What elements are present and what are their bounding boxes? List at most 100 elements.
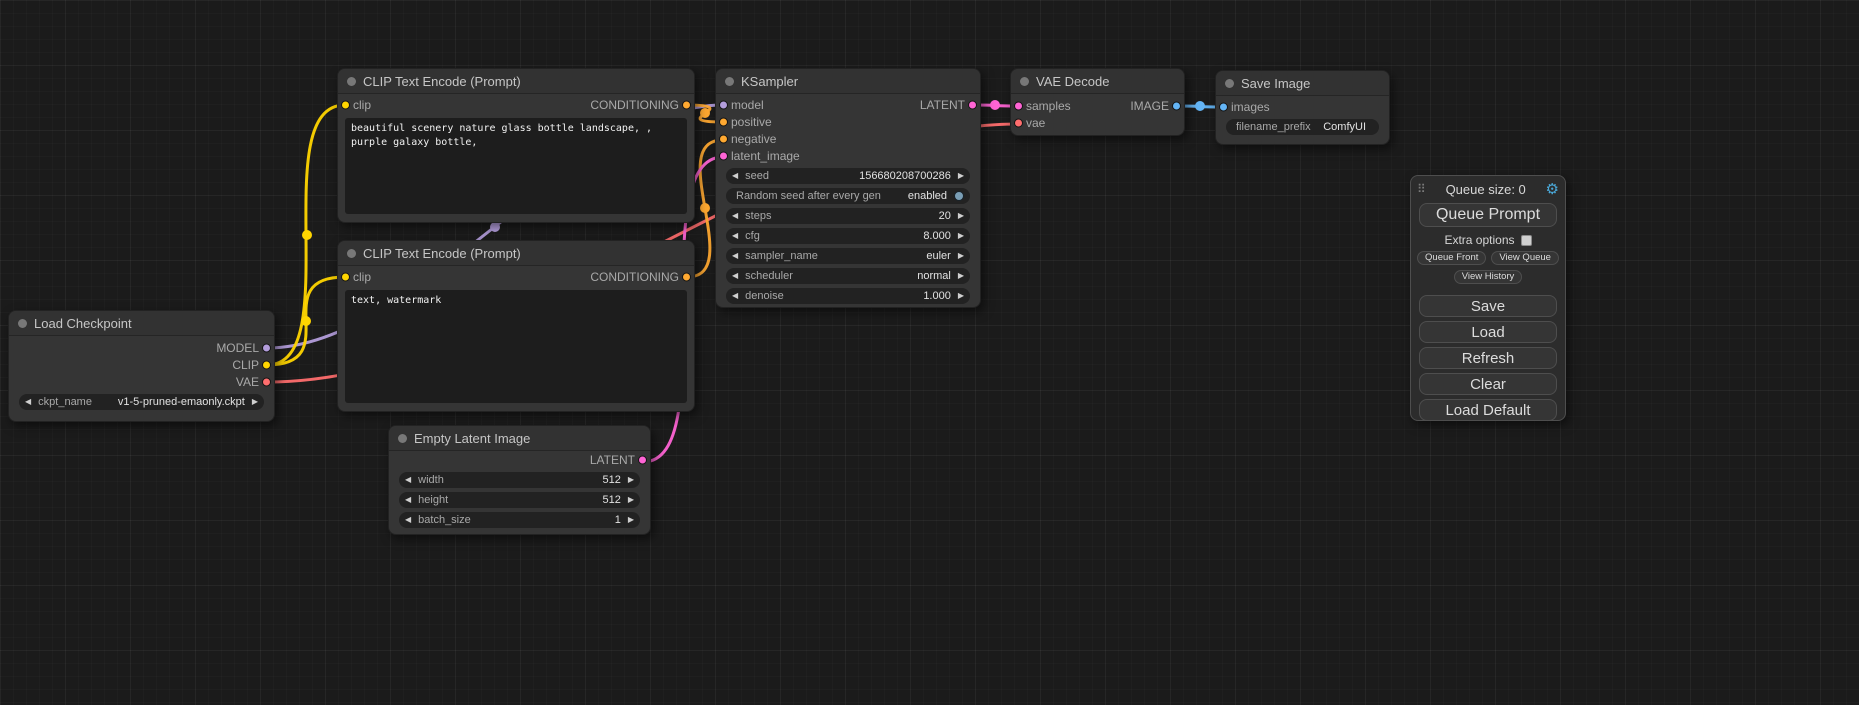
decrement-arrow-icon[interactable]: ◀ [405,516,411,524]
slot-row: clip CONDITIONING [338,96,694,113]
output-port-image[interactable] [1172,101,1181,110]
collapse-toggle-icon[interactable] [398,434,407,443]
output-port-vae[interactable] [262,377,271,386]
save-button[interactable]: Save [1419,295,1557,317]
widget-denoise[interactable]: ◀ denoise 1.000 ▶ [726,288,970,304]
node-title: Save Image [1241,76,1310,91]
output-port-latent[interactable] [968,100,977,109]
node-title: CLIP Text Encode (Prompt) [363,74,521,89]
widget-ckpt-name[interactable]: ◀ ckpt_name v1-5-pruned-emaonly.ckpt ▶ [19,394,264,410]
extra-options-checkbox[interactable] [1521,235,1532,246]
prompt-textarea[interactable]: text, watermark [345,290,687,403]
widget-value: euler [926,250,950,262]
increment-arrow-icon[interactable]: ▶ [958,272,964,280]
increment-arrow-icon[interactable]: ▶ [628,476,634,484]
node-title-bar[interactable]: Load Checkpoint [9,311,274,336]
widget-sampler-name[interactable]: ◀ sampler_name euler ▶ [726,248,970,264]
node-empty-latent-image[interactable]: Empty Latent Image LATENT ◀ width 512 ▶ … [388,425,651,535]
output-port-conditioning[interactable] [682,272,691,281]
increment-arrow-icon[interactable]: ▶ [628,516,634,524]
node-title-bar[interactable]: VAE Decode [1011,69,1184,94]
output-port-conditioning[interactable] [682,100,691,109]
node-title-bar[interactable]: KSampler [716,69,980,94]
output-port-model[interactable] [262,343,271,352]
collapse-toggle-icon[interactable] [347,249,356,258]
node-ksampler[interactable]: KSampler model LATENT positive negative … [715,68,981,308]
node-graph-canvas[interactable]: Load Checkpoint MODEL CLIP VAE ◀ ckpt_na… [0,0,1859,705]
wire-dot-image [1195,101,1205,111]
decrement-arrow-icon[interactable]: ◀ [732,232,738,240]
input-port-samples[interactable] [1014,101,1023,110]
increment-arrow-icon[interactable]: ▶ [628,496,634,504]
increment-arrow-icon[interactable]: ▶ [958,172,964,180]
increment-arrow-icon[interactable]: ▶ [958,212,964,220]
decrement-arrow-icon[interactable]: ◀ [25,398,31,406]
increment-arrow-icon[interactable]: ▶ [958,232,964,240]
drag-handle-icon[interactable]: ⠿ [1417,182,1426,196]
widget-height[interactable]: ◀ height 512 ▶ [399,492,640,508]
widget-filename-prefix[interactable]: filename_prefix ComfyUI [1226,119,1379,135]
extra-options-row: Extra options [1411,233,1565,247]
decrement-arrow-icon[interactable]: ◀ [732,252,738,260]
node-title-bar[interactable]: CLIP Text Encode (Prompt) [338,69,694,94]
input-port-clip[interactable] [341,272,350,281]
output-port-latent[interactable] [638,455,647,464]
node-clip-text-encode-negative[interactable]: CLIP Text Encode (Prompt) clip CONDITION… [337,240,695,412]
input-port-positive[interactable] [719,117,728,126]
widget-seed[interactable]: ◀ seed 156680208700286 ▶ [726,168,970,184]
wire-dot-clip-negative [301,316,311,326]
decrement-arrow-icon[interactable]: ◀ [732,212,738,220]
collapse-toggle-icon[interactable] [1020,77,1029,86]
increment-arrow-icon[interactable]: ▶ [958,292,964,300]
input-port-clip[interactable] [341,100,350,109]
node-vae-decode[interactable]: VAE Decode samples IMAGE vae [1010,68,1185,136]
increment-arrow-icon[interactable]: ▶ [958,252,964,260]
input-port-images[interactable] [1219,102,1228,111]
collapse-toggle-icon[interactable] [347,77,356,86]
settings-gear-icon[interactable]: ⚙ [1546,182,1559,197]
decrement-arrow-icon[interactable]: ◀ [405,476,411,484]
decrement-arrow-icon[interactable]: ◀ [732,292,738,300]
decrement-arrow-icon[interactable]: ◀ [732,272,738,280]
node-title-bar[interactable]: Save Image [1216,71,1389,96]
collapse-toggle-icon[interactable] [18,319,27,328]
input-label: samples [1026,99,1071,113]
input-port-latent-image[interactable] [719,151,728,160]
load-button[interactable]: Load [1419,321,1557,343]
output-port-clip[interactable] [262,360,271,369]
queue-front-button[interactable]: Queue Front [1417,251,1486,265]
widget-scheduler[interactable]: ◀ scheduler normal ▶ [726,268,970,284]
input-port-vae[interactable] [1014,118,1023,127]
node-title-bar[interactable]: CLIP Text Encode (Prompt) [338,241,694,266]
input-port-negative[interactable] [719,134,728,143]
input-label: vae [1026,116,1045,130]
widget-random-seed-toggle[interactable]: Random seed after every gen enabled [726,188,970,204]
toggle-indicator-icon[interactable] [954,191,964,201]
increment-arrow-icon[interactable]: ▶ [252,398,258,406]
load-default-button[interactable]: Load Default [1419,399,1557,421]
node-load-checkpoint[interactable]: Load Checkpoint MODEL CLIP VAE ◀ ckpt_na… [8,310,275,422]
node-title-bar[interactable]: Empty Latent Image [389,426,650,451]
input-port-model[interactable] [719,100,728,109]
widget-batch-size[interactable]: ◀ batch_size 1 ▶ [399,512,640,528]
node-clip-text-encode-positive[interactable]: CLIP Text Encode (Prompt) clip CONDITION… [337,68,695,223]
collapse-toggle-icon[interactable] [1225,79,1234,88]
prompt-textarea[interactable]: beautiful scenery nature glass bottle la… [345,118,687,214]
input-slot-positive: positive [716,113,980,130]
clear-button[interactable]: Clear [1419,373,1557,395]
view-history-button[interactable]: View History [1454,270,1523,284]
node-save-image[interactable]: Save Image images filename_prefix ComfyU… [1215,70,1390,145]
widget-steps[interactable]: ◀ steps 20 ▶ [726,208,970,224]
output-label: LATENT [590,453,635,467]
decrement-arrow-icon[interactable]: ◀ [405,496,411,504]
input-label: images [1231,100,1270,114]
widget-width[interactable]: ◀ width 512 ▶ [399,472,640,488]
collapse-toggle-icon[interactable] [725,77,734,86]
output-slot-model: MODEL [9,339,274,356]
queue-prompt-button[interactable]: Queue Prompt [1419,203,1557,227]
refresh-button[interactable]: Refresh [1419,347,1557,369]
widget-cfg[interactable]: ◀ cfg 8.000 ▶ [726,228,970,244]
decrement-arrow-icon[interactable]: ◀ [732,172,738,180]
queue-panel: ⠿ Queue size: 0 ⚙ Queue Prompt Extra opt… [1410,175,1566,421]
view-queue-button[interactable]: View Queue [1491,251,1559,265]
